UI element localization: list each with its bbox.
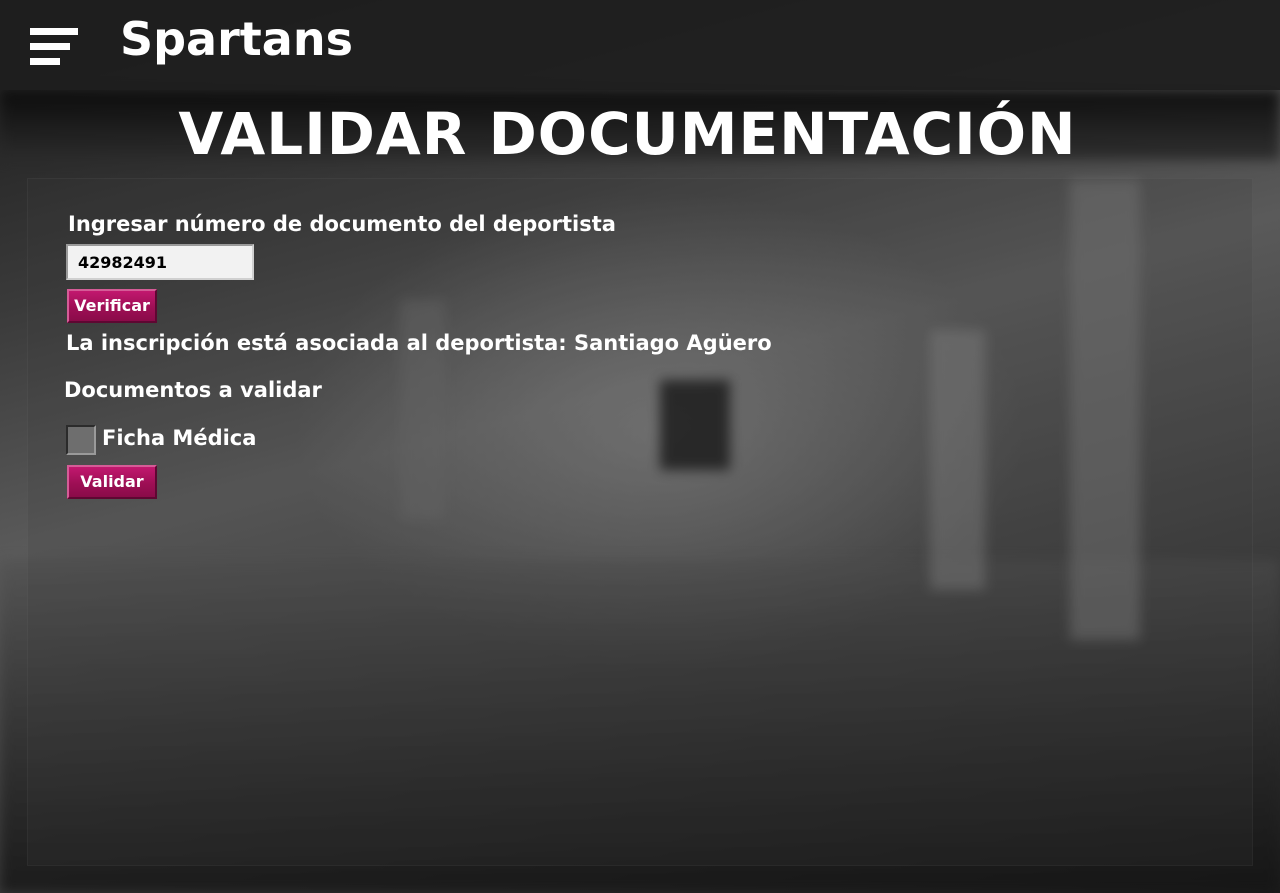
medical-record-label[interactable]: Ficha Médica [102, 426, 256, 450]
association-message: La inscripción está asociada al deportis… [66, 331, 772, 355]
top-navbar: Spartans [0, 0, 1280, 90]
brand-logo-link[interactable]: Spartans [120, 12, 353, 66]
medical-record-checkbox[interactable] [66, 425, 96, 455]
menu-line [30, 58, 60, 65]
menu-line [30, 28, 78, 35]
document-number-input[interactable] [66, 244, 254, 280]
verify-button[interactable]: Verificar [67, 289, 157, 323]
hamburger-menu-icon[interactable] [30, 28, 78, 66]
association-prefix: La inscripción está asociada al deportis… [66, 331, 574, 355]
document-number-label: Ingresar número de documento del deporti… [68, 212, 616, 236]
content-panel [27, 178, 1253, 866]
validate-button[interactable]: Validar [67, 465, 157, 499]
page-title: VALIDAR DOCUMENTACIÓN [178, 100, 1077, 168]
documents-heading: Documentos a validar [64, 378, 322, 402]
athlete-name: Santiago Agüero [574, 331, 772, 355]
menu-line [30, 43, 70, 50]
